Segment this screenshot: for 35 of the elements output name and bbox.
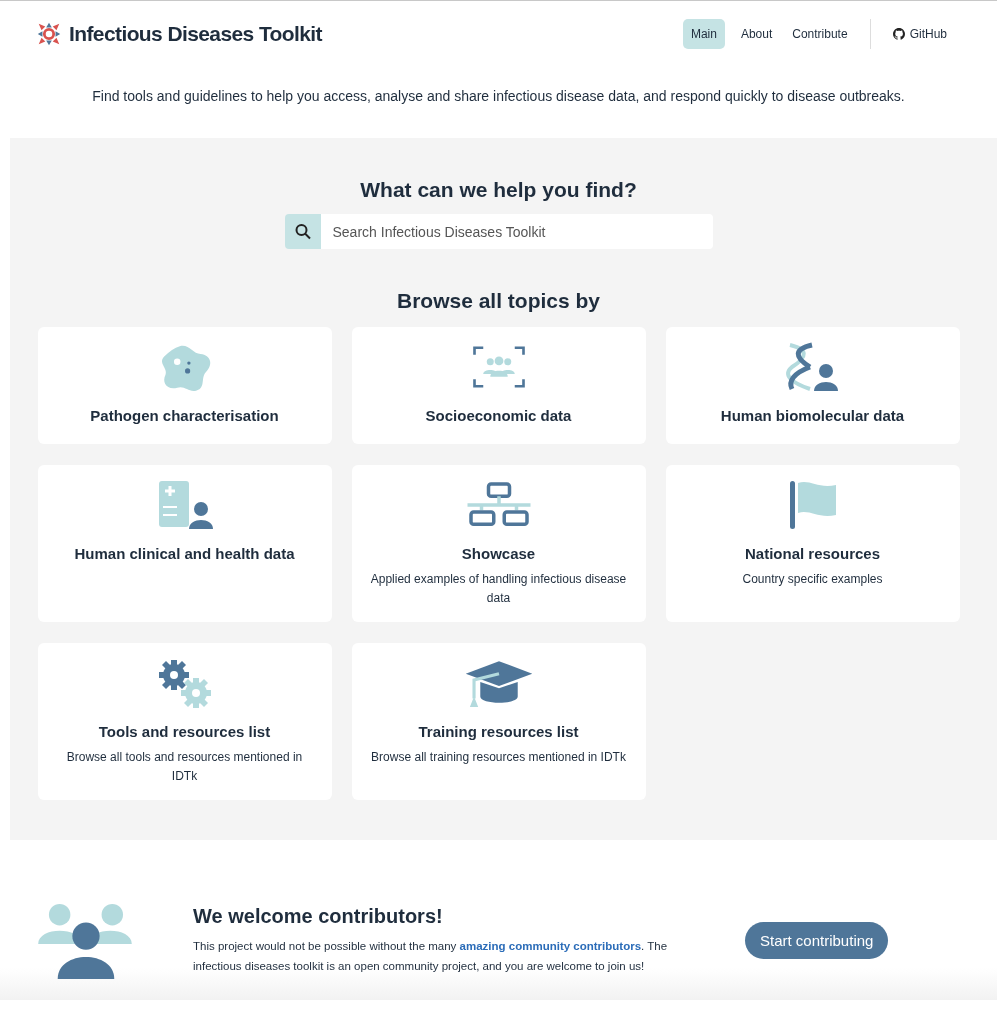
card-title: Human clinical and health data: [74, 545, 295, 562]
card-title: Pathogen characterisation: [90, 407, 279, 424]
card-title: Socioeconomic data: [425, 407, 572, 424]
card-title: National resources: [744, 545, 881, 562]
card-description: Browse all tools and resources mentioned in IDTk: [65, 749, 304, 785]
search-icon: [284, 214, 321, 249]
tagline: Find tools and guidelines to help you access, analyse and share infectious disease data, and respond quickly to disease outbreaks.: [91, 88, 906, 106]
topic-card[interactable]: Human biomolecular data: [665, 327, 960, 444]
people-icon: [37, 901, 133, 979]
topic-card[interactable]: Tools and resources list Browse all tools and resources mentioned in IDTk: [37, 643, 332, 800]
search-field[interactable]: Search Infectious Diseases Toolkit: [320, 214, 713, 249]
card-title: Human biomolecular data: [720, 407, 905, 424]
nav-link[interactable]: About: [732, 19, 781, 49]
nav-link[interactable]: Main: [682, 19, 725, 49]
topic-card[interactable]: Training resources list Browse all training resources mentioned in IDTk: [351, 643, 646, 800]
nav-link[interactable]: Contribute: [784, 19, 856, 49]
contributors-heading: We welcome contributors!: [193, 904, 444, 928]
start-contributing-button[interactable]: Start contributing: [745, 921, 889, 959]
site-title[interactable]: Infectious Diseases Toolkit: [69, 22, 322, 46]
contributors-text: This project would not be possible without the many amazing community contributors. The infectious diseases toolkit is an open community project, and you are welcome to join us!: [193, 938, 669, 974]
github-link[interactable]: GitHub: [884, 19, 955, 49]
topic-card[interactable]: Pathogen characterisation: [37, 327, 332, 444]
card-description: Country specific examples: [742, 571, 883, 588]
card-description: Browse all training resources mentioned in IDTk: [371, 749, 626, 766]
topic-card[interactable]: Human clinical and health data: [37, 465, 332, 622]
section-heading: Browse all topics by: [396, 289, 601, 313]
card-title: Training resources list: [418, 723, 579, 740]
section-heading: What can we help you find?: [360, 178, 637, 202]
topic-card[interactable]: Showcase Applied examples of handling infectious disease data: [351, 465, 646, 622]
topic-card[interactable]: Socioeconomic data: [351, 327, 646, 444]
card-title: Tools and resources list: [98, 723, 271, 740]
card-title: Showcase: [461, 545, 536, 562]
github-icon: [892, 28, 905, 40]
topic-card[interactable]: National resources Country specific examples: [665, 465, 960, 622]
card-description: Applied examples of handling infectious disease data: [369, 571, 628, 607]
